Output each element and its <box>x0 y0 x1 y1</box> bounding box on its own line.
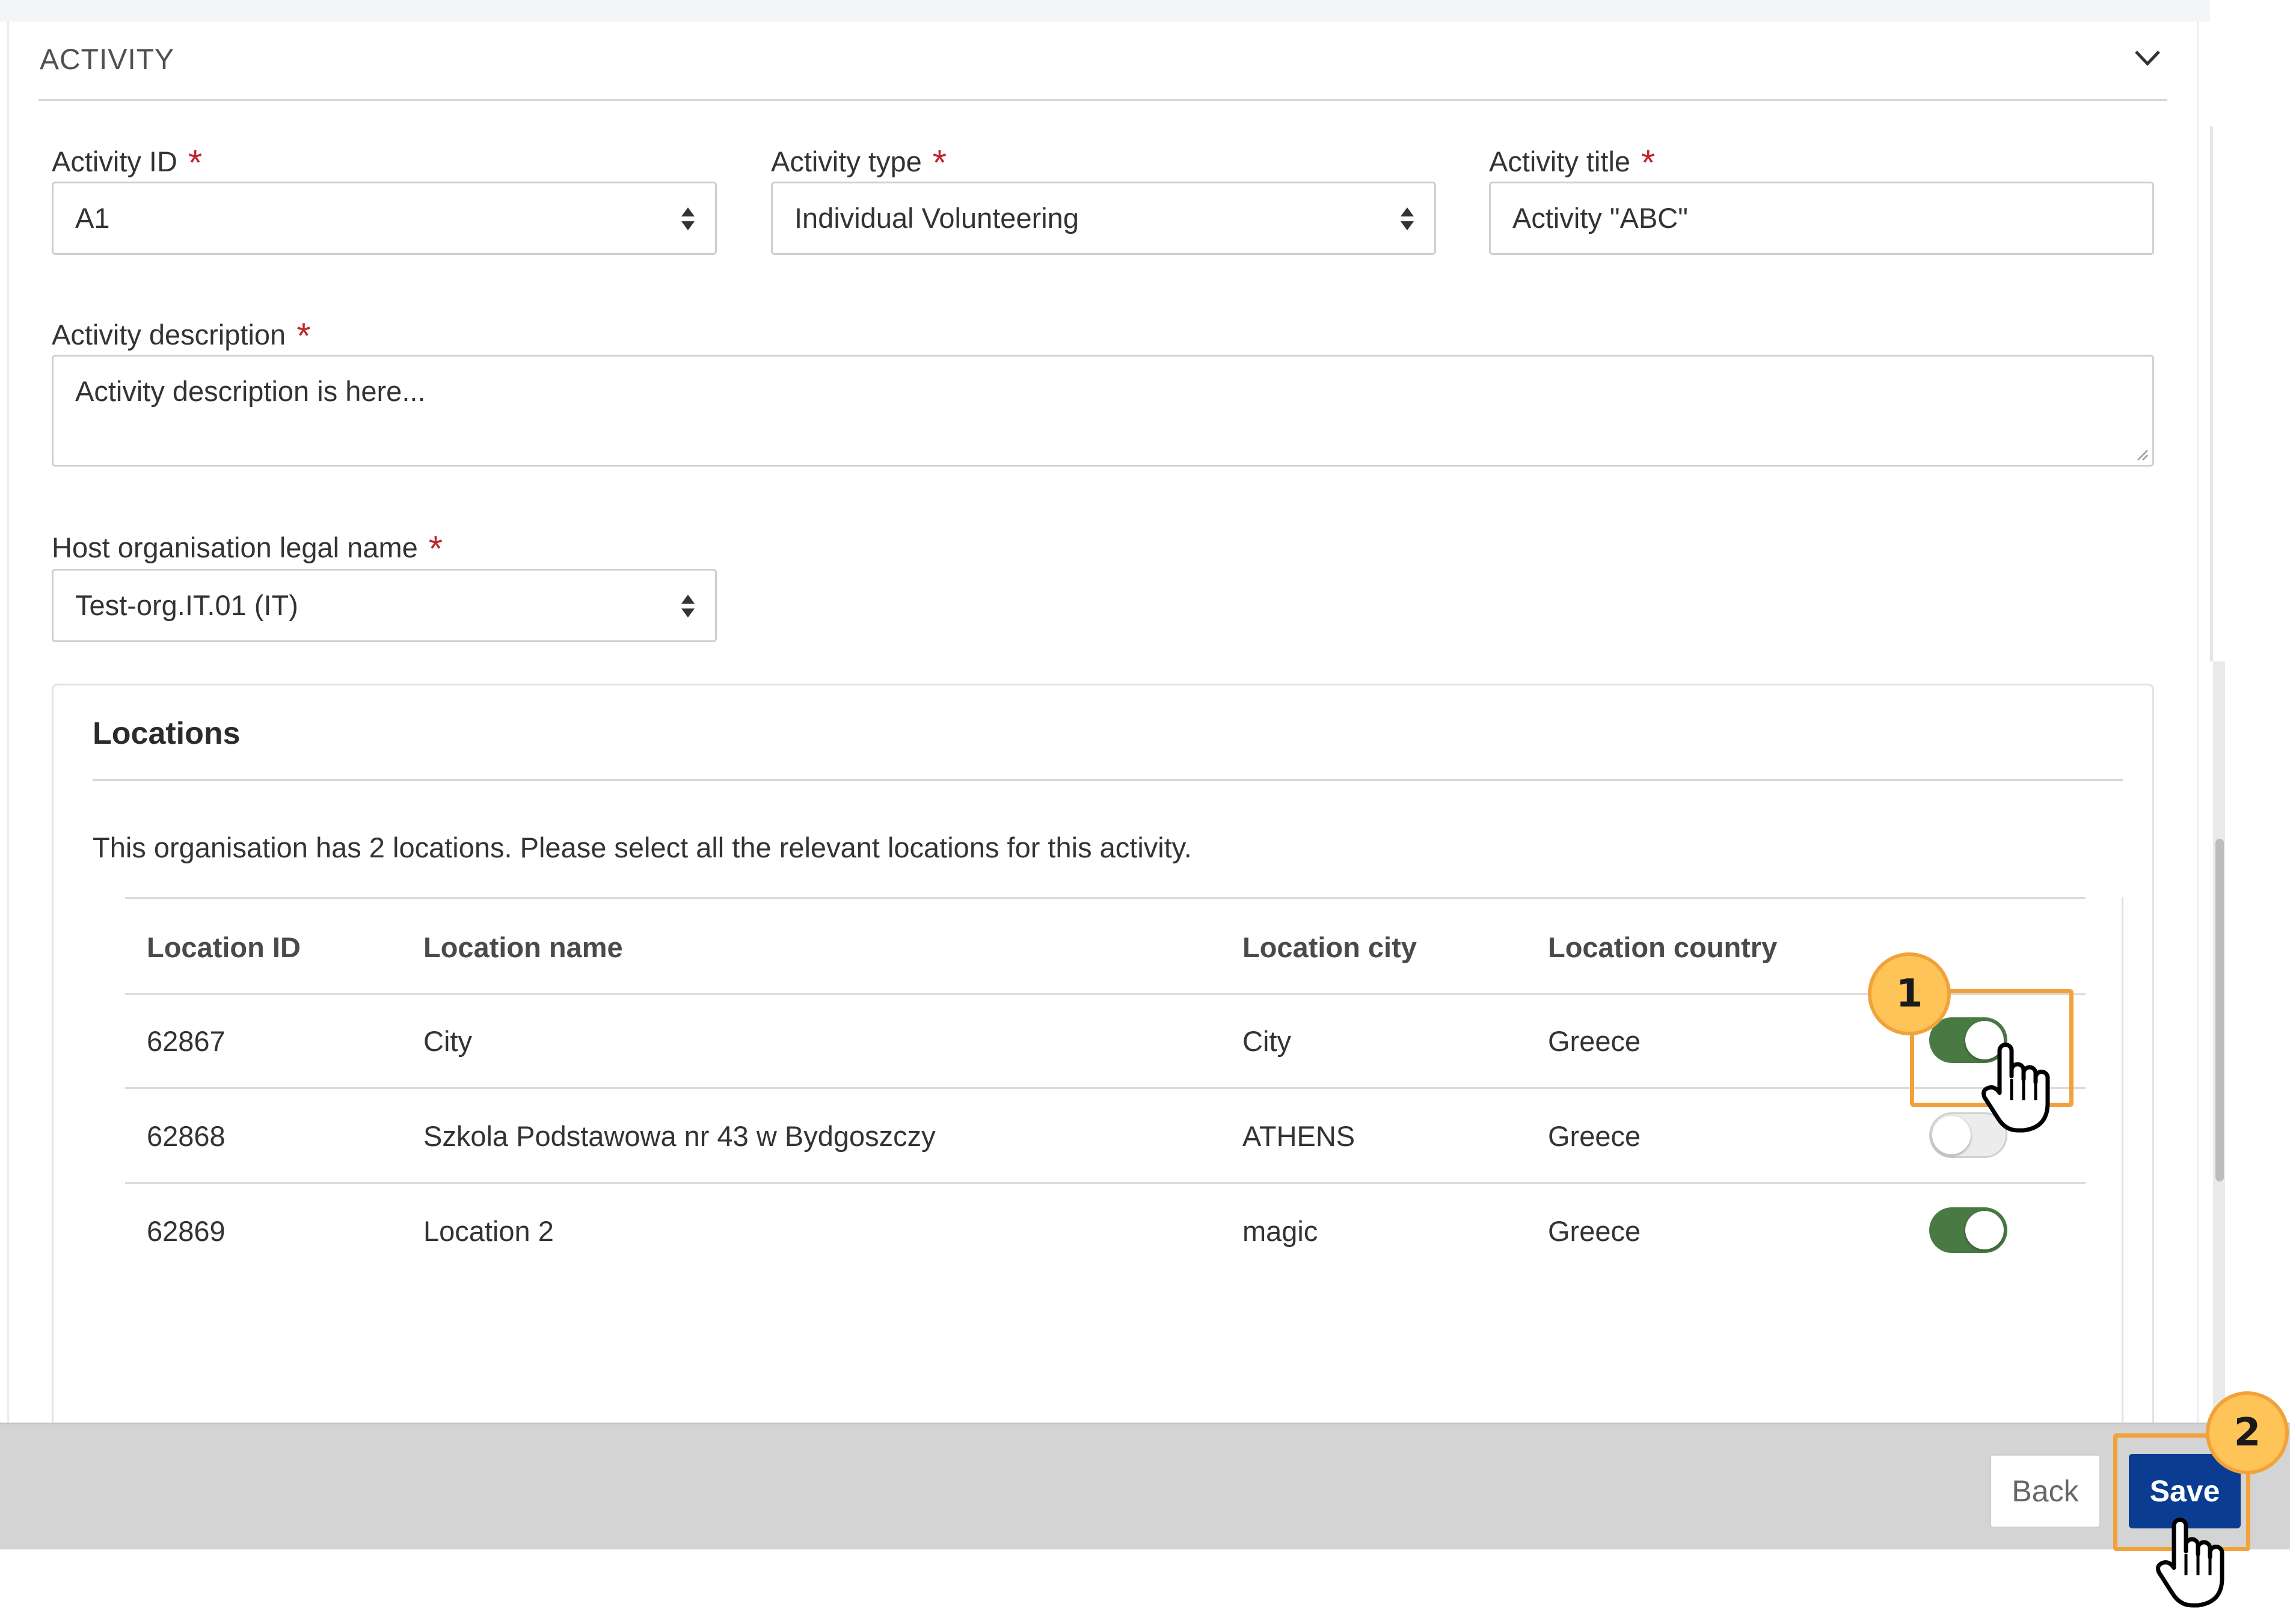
activity-id-value: A1 <box>75 202 110 234</box>
sort-arrows-icon <box>681 595 695 617</box>
resize-handle-icon[interactable] <box>2134 447 2149 461</box>
activity-description-label: Activity description * <box>52 316 311 356</box>
table-row-divider <box>125 1182 2086 1184</box>
activity-title-value: Activity "ABC" <box>1512 202 1688 234</box>
activity-title-label: Activity title * <box>1489 142 1656 183</box>
table-top-border <box>125 897 2086 899</box>
required-marker: * <box>1641 142 1656 183</box>
back-button[interactable]: Back <box>1989 1454 2101 1528</box>
required-marker: * <box>932 142 947 183</box>
cell-location-city: City <box>1242 1025 1291 1057</box>
cell-location-name: City <box>423 1025 472 1057</box>
sort-arrows-icon <box>1401 207 1414 230</box>
location-toggle-62869[interactable] <box>1929 1207 2007 1253</box>
panel-edge <box>2210 126 2213 661</box>
locations-description: This organisation has 2 locations. Pleas… <box>93 832 1192 863</box>
activity-type-label: Activity type * <box>771 142 947 183</box>
column-header-location-id: Location ID <box>147 931 301 963</box>
cell-location-id: 62867 <box>147 1025 226 1057</box>
chevron-down-icon[interactable] <box>2134 46 2161 70</box>
table-row-divider <box>125 1087 2086 1089</box>
cell-location-id: 62868 <box>147 1120 226 1152</box>
hand-cursor-icon <box>2156 1518 2224 1608</box>
scrollbar-thumb[interactable] <box>2215 839 2224 1181</box>
cell-location-id: 62869 <box>147 1215 226 1247</box>
cell-location-country: Greece <box>1548 1215 1641 1247</box>
activity-id-label: Activity ID * <box>52 142 203 183</box>
cell-location-city: ATHENS <box>1242 1120 1355 1152</box>
toggle-knob <box>1932 1116 1971 1154</box>
top-strip <box>0 0 2210 22</box>
cell-location-name: Szkola Podstawowa nr 43 w Bydgoszczy <box>423 1120 936 1152</box>
section-title: ACTIVITY <box>40 44 175 76</box>
footer-bar <box>0 1423 2290 1549</box>
section-divider <box>38 99 2167 101</box>
activity-description-textarea[interactable]: Activity description is here... <box>52 355 2154 467</box>
step-badge-2: 2 <box>2206 1391 2289 1474</box>
locations-title: Locations <box>93 716 241 751</box>
activity-title-input[interactable]: Activity "ABC" <box>1489 182 2154 255</box>
required-marker: * <box>428 529 443 569</box>
required-marker: * <box>188 142 203 183</box>
cell-location-country: Greece <box>1548 1120 1641 1152</box>
cell-location-city: magic <box>1242 1215 1318 1247</box>
activity-description-value: Activity description is here... <box>75 375 426 407</box>
host-org-select[interactable]: Test-org.IT.01 (IT) <box>52 569 717 642</box>
locations-table <box>125 897 2123 1423</box>
cell-location-name: Location 2 <box>423 1215 554 1247</box>
host-org-label: Host organisation legal name * <box>52 529 443 569</box>
cell-location-country: Greece <box>1548 1025 1641 1057</box>
toggle-knob <box>1965 1211 2004 1249</box>
activity-type-select[interactable]: Individual Volunteering <box>771 182 1436 255</box>
column-header-location-name: Location name <box>423 931 623 963</box>
activity-id-select[interactable]: A1 <box>52 182 717 255</box>
activity-type-value: Individual Volunteering <box>794 202 1079 234</box>
locations-divider <box>93 779 2123 781</box>
column-header-location-city: Location city <box>1242 931 1417 963</box>
table-row-divider <box>125 993 2086 995</box>
host-org-value: Test-org.IT.01 (IT) <box>75 589 298 621</box>
step-badge-1: 1 <box>1868 952 1951 1035</box>
sort-arrows-icon <box>681 207 695 230</box>
column-header-location-country: Location country <box>1548 931 1778 963</box>
required-marker: * <box>296 316 311 356</box>
hand-cursor-icon <box>1981 1043 2050 1133</box>
